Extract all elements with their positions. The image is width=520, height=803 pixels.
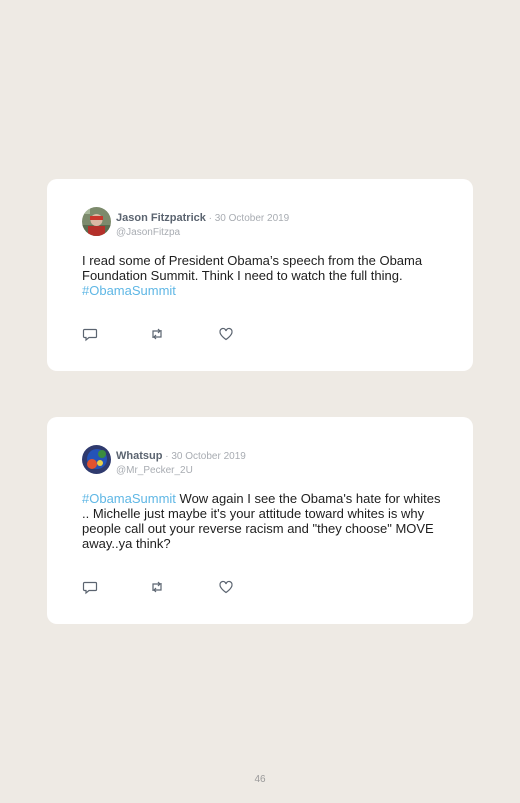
reply-icon[interactable]	[82, 579, 98, 595]
separator: ·	[205, 213, 215, 224]
tweet-actions	[82, 579, 282, 595]
hashtag-link[interactable]: #ObamaSummit	[82, 283, 176, 298]
hashtag-link[interactable]: #ObamaSummit	[82, 491, 176, 506]
author-name[interactable]: Jason Fitzpatrick	[116, 212, 206, 224]
retweet-icon[interactable]	[149, 326, 165, 342]
tweet-date[interactable]: 30 October 2019	[215, 213, 290, 224]
tweet-meta: Whatsup · 30 October 2019 @Mr_Pecker_2U	[116, 446, 246, 476]
tweet-actions	[82, 326, 282, 342]
tweet-meta: Jason Fitzpatrick · 30 October 2019 @Jas…	[116, 208, 289, 238]
tweet-text-body: I read some of President Obama’s speech …	[82, 253, 423, 283]
tweet-card: Jason Fitzpatrick · 30 October 2019 @Jas…	[47, 179, 473, 371]
tweet-text: I read some of President Obama’s speech …	[82, 253, 442, 298]
avatar[interactable]	[82, 207, 111, 236]
tweet-text: #ObamaSummit Wow again I see the Obama's…	[82, 491, 442, 551]
avatar[interactable]	[82, 445, 111, 474]
retweet-icon[interactable]	[149, 579, 165, 595]
author-name[interactable]: Whatsup	[116, 450, 162, 462]
reply-icon[interactable]	[82, 326, 98, 342]
like-icon[interactable]	[218, 326, 234, 342]
page-number: 46	[254, 774, 266, 785]
like-icon[interactable]	[218, 579, 234, 595]
author-handle[interactable]: @Mr_Pecker_2U	[116, 465, 246, 476]
author-handle[interactable]: @JasonFitzpa	[116, 227, 289, 238]
tweet-date[interactable]: 30 October 2019	[171, 451, 246, 462]
separator: ·	[162, 451, 172, 462]
tweet-card: Whatsup · 30 October 2019 @Mr_Pecker_2U …	[47, 417, 473, 624]
